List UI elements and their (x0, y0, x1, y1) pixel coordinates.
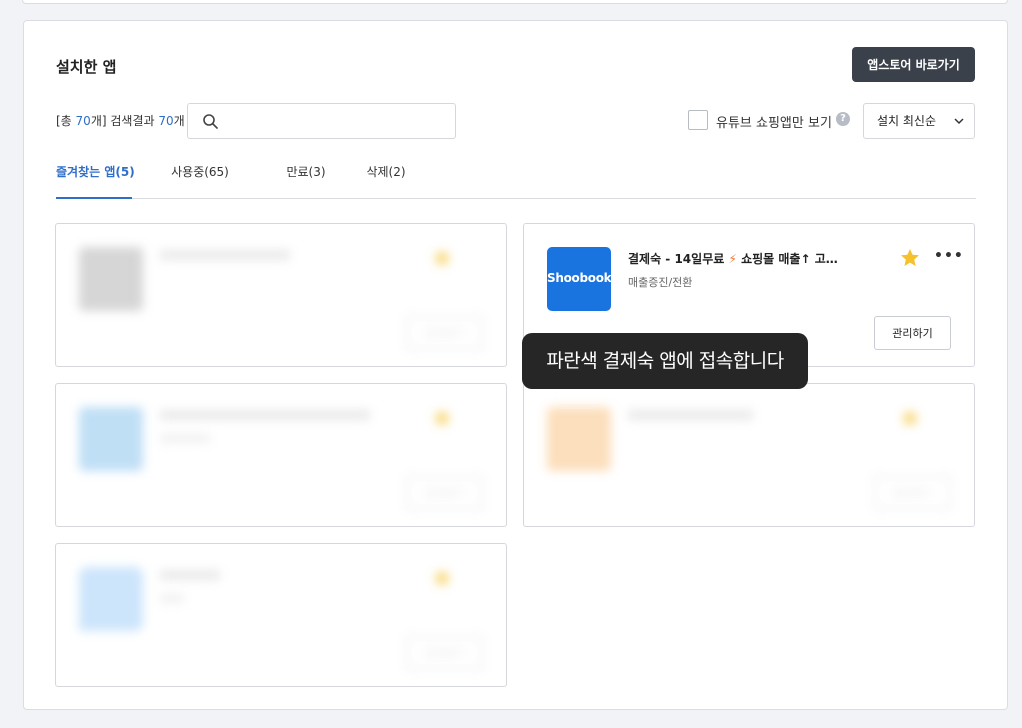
app-category: 매출증진/전환 (628, 276, 693, 289)
app-name (160, 570, 220, 580)
app-card[interactable]: 관리하기 (55, 543, 507, 687)
star-icon (433, 569, 451, 586)
app-icon (547, 407, 611, 471)
tab-favorites[interactable]: 즐겨찾는 앱(5) (56, 157, 135, 199)
star-icon[interactable] (900, 248, 920, 267)
chevron-down-icon (954, 118, 964, 125)
app-name (160, 410, 370, 420)
app-name (160, 250, 290, 260)
youtube-filter-checkbox[interactable] (688, 110, 708, 130)
youtube-filter-label: 유튜브 쇼핑앱만 보기 (716, 116, 832, 131)
search-icon (203, 114, 218, 129)
app-name (628, 410, 753, 420)
star-icon (433, 249, 451, 266)
manage-button: 관리하기 (406, 316, 483, 350)
help-icon[interactable]: ? (836, 112, 850, 126)
app-icon (79, 247, 143, 311)
app-icon (79, 407, 143, 471)
star-icon (433, 409, 451, 426)
manage-button: 관리하기 (406, 476, 483, 510)
app-store-button[interactable]: 앱스토어 바로가기 (852, 47, 975, 82)
app-name[interactable]: 결제숙 - 14일무료 ⚡ 쇼핑몰 매출↑ 고… (628, 250, 838, 267)
app-card[interactable]: 관리하기 (55, 383, 507, 527)
search-input[interactable] (187, 103, 456, 139)
lightning-icon: ⚡ (728, 252, 737, 266)
page-title: 설치한 앱 (56, 58, 117, 76)
app-card[interactable]: 관리하기 (55, 223, 507, 367)
app-category (160, 434, 210, 443)
sort-selected-label: 설치 최신순 (877, 114, 937, 128)
manage-button: 관리하기 (406, 636, 483, 670)
app-logo-text: Shoobook (547, 271, 612, 285)
app-icon (79, 567, 143, 631)
tab-expired[interactable]: 만료(3) (276, 157, 336, 199)
tab-in-use[interactable]: 사용중(65) (160, 157, 240, 199)
app-category (160, 594, 184, 603)
tooltip: 파란색 결제숙 앱에 접속합니다 (522, 333, 808, 389)
more-icon[interactable]: ••• (934, 248, 964, 264)
star-icon (901, 409, 919, 426)
manage-button: 관리하기 (874, 476, 951, 510)
app-card[interactable]: 관리하기 (523, 383, 975, 527)
installed-apps-panel: 설치한 앱 앱스토어 바로가기 [총 70개] 검색결과 70개 유튜브 쇼핑앱… (23, 20, 1008, 710)
app-icon-shoobook[interactable]: Shoobook (547, 247, 612, 311)
sort-select[interactable]: 설치 최신순 (863, 103, 975, 139)
result-count: [총 70개] 검색결과 70개 (56, 114, 185, 128)
tab-deleted[interactable]: 삭제(2) (356, 157, 416, 199)
manage-button[interactable]: 관리하기 (874, 316, 951, 350)
previous-panel-edge (22, 0, 1008, 4)
tab-bar: 즐겨찾는 앱(5) 사용중(65) 만료(3) 삭제(2) (56, 157, 976, 199)
